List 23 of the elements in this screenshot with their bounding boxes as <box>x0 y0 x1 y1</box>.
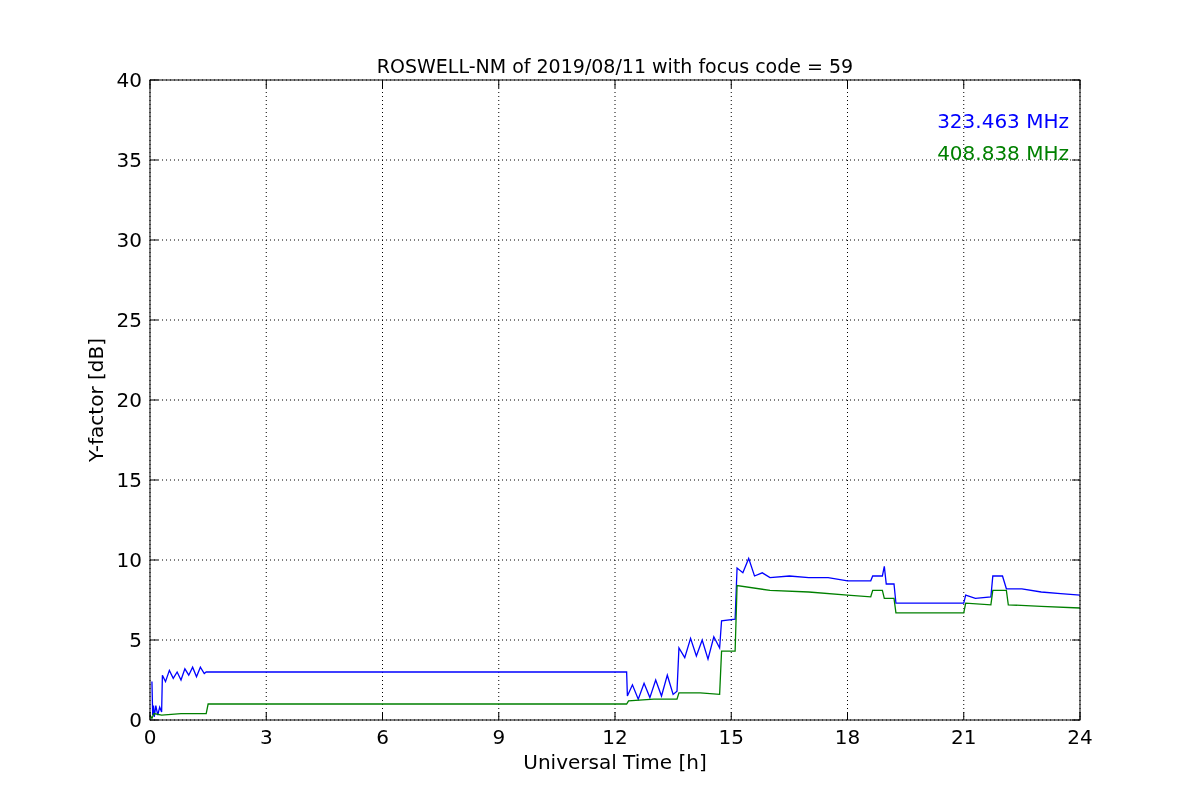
tick-label: 5 <box>129 628 142 652</box>
tick-label: 10 <box>116 548 142 572</box>
tick-label: 9 <box>492 725 506 749</box>
axis-label: Y-factor [dB] <box>84 338 108 462</box>
tick-label: 0 <box>129 708 142 732</box>
tick-label: 18 <box>834 725 861 749</box>
legend-label: 323.463 MHz <box>937 109 1069 133</box>
tick-label: 12 <box>602 725 628 749</box>
tick-label: 20 <box>116 388 142 412</box>
tick-label: 24 <box>1067 725 1093 749</box>
chart-title: ROSWELL-NM of 2019/08/11 with focus code = 59 <box>376 55 854 77</box>
tick-label: 3 <box>259 725 273 749</box>
tick-label: 35 <box>116 148 142 172</box>
legend-label: 408.838 MHz <box>937 141 1069 165</box>
tick-label: 0 <box>143 725 157 749</box>
tick-label: 15 <box>116 468 142 492</box>
tick-label: 6 <box>376 725 389 749</box>
tick-label: 15 <box>718 725 744 749</box>
tick-label: 25 <box>116 308 142 332</box>
tick-label: 40 <box>116 68 142 92</box>
tick-label: 30 <box>116 228 142 252</box>
tick-label: 21 <box>951 725 977 749</box>
axis-label: Universal Time [h] <box>523 750 707 774</box>
